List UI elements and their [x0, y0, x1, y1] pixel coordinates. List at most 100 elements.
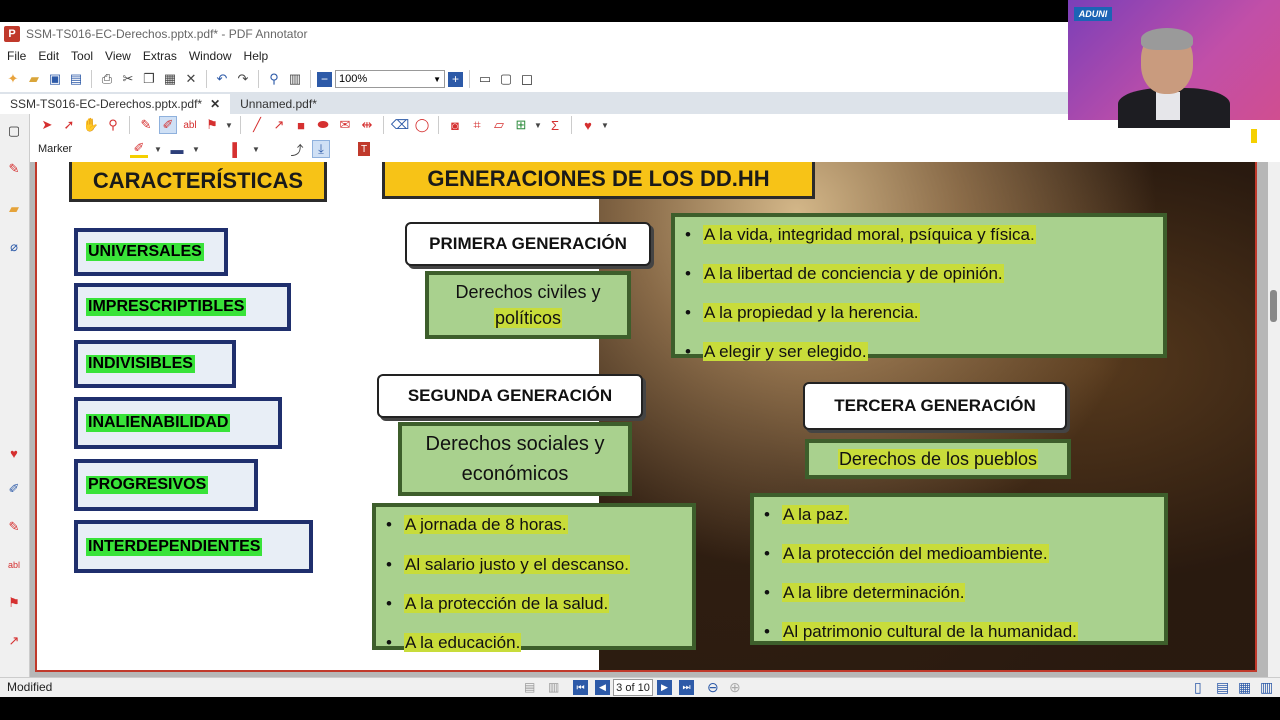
characteristic-label: INDIVISIBLES	[86, 355, 195, 373]
save-as-icon[interactable]: ▤	[67, 70, 85, 88]
paste-page-icon[interactable]: ▥	[548, 680, 559, 694]
redo-icon[interactable]: ↷	[234, 70, 252, 88]
copy-page-icon[interactable]: ▤	[524, 680, 535, 694]
stamp-side-icon[interactable]: ⚑	[5, 594, 23, 612]
chevron-down-icon[interactable]: ▼	[225, 116, 233, 134]
continuous-view-icon[interactable]: ▤	[1216, 679, 1229, 696]
folder-icon[interactable]: ▰	[5, 200, 23, 218]
previous-page-button[interactable]: ◀	[595, 680, 610, 695]
copy-icon[interactable]: ❐	[140, 70, 158, 88]
text-side-icon[interactable]: abl	[5, 556, 23, 574]
list-item: • A la protección de la salud.	[386, 594, 610, 613]
stamp-icon[interactable]: ⚑	[203, 116, 221, 134]
annotation-list-icon[interactable]: ✎	[5, 160, 23, 178]
eraser-icon[interactable]: ⌫	[391, 116, 409, 134]
arrow-icon[interactable]: ↗	[270, 116, 288, 134]
color-swatch-icon[interactable]: ▌	[228, 140, 246, 158]
first-page-button[interactable]: ⏮	[573, 680, 588, 695]
paste-icon[interactable]: ▦	[161, 70, 179, 88]
line-icon[interactable]: ╱	[248, 116, 266, 134]
grid-view-icon[interactable]: ▦	[1238, 679, 1251, 696]
highlighter-side-icon[interactable]: ✎	[5, 518, 23, 536]
tab-ssm-derechos[interactable]: SSM-TS016-EC-Derechos.pptx.pdf* ✕	[0, 94, 231, 114]
menu-file[interactable]: File	[7, 49, 26, 63]
list-item: • A la educación.	[386, 633, 522, 652]
delete-icon[interactable]: ✕	[182, 70, 200, 88]
chevron-down-icon[interactable]: ▼	[252, 140, 260, 158]
sigma-icon[interactable]: Σ	[546, 116, 564, 134]
list-item: • A la libertad de conciencia y de opinió…	[685, 264, 1004, 283]
close-icon[interactable]: ✕	[210, 97, 220, 111]
zoom-in-icon[interactable]: +	[448, 71, 463, 87]
zoom-select[interactable]: 100% ▼	[335, 70, 445, 88]
list-item: • A la protección del medioambiente.	[764, 544, 1049, 563]
fit-page-icon[interactable]: ▢	[497, 70, 515, 88]
back-icon[interactable]: ⊖	[707, 679, 719, 696]
scrollbar-thumb[interactable]	[1270, 290, 1277, 322]
menu-tool[interactable]: Tool	[71, 49, 93, 63]
chevron-down-icon[interactable]: ▼	[192, 140, 200, 158]
text-box-icon[interactable]: abl	[181, 116, 199, 134]
menu-extras[interactable]: Extras	[143, 49, 177, 63]
favorites-icon[interactable]: ♥	[5, 444, 23, 462]
menu-window[interactable]: Window	[189, 49, 232, 63]
fit-width-icon[interactable]: ▭	[476, 70, 494, 88]
app-logo-icon: P	[4, 26, 20, 42]
hand-icon[interactable]: ✋	[82, 116, 100, 134]
menu-view[interactable]: View	[105, 49, 131, 63]
single-page-view-icon[interactable]: ▯	[1194, 679, 1202, 696]
zoom-tool-icon[interactable]: ⚲	[104, 116, 122, 134]
ellipse-icon[interactable]: ⬬	[314, 116, 332, 134]
chevron-down-icon[interactable]: ▼	[154, 140, 162, 158]
straighten-icon[interactable]: ⤓	[312, 140, 330, 158]
fullscreen-icon[interactable]: ◻	[518, 70, 536, 88]
line-width-icon[interactable]: ▬	[168, 140, 186, 158]
camera-icon[interactable]: ◙	[446, 116, 464, 134]
find-icon[interactable]: ⚲	[265, 70, 283, 88]
favorites-heart-icon[interactable]: ♥	[579, 116, 597, 134]
select-arrow-icon[interactable]: ➤	[38, 116, 56, 134]
page-thumbnail-icon[interactable]: ▢	[5, 122, 23, 140]
page-number-field[interactable]: 3 of 10	[613, 679, 653, 696]
select-text-icon[interactable]: ➚	[60, 116, 78, 134]
print-icon[interactable]: ⎙	[98, 70, 116, 88]
rectangle-icon[interactable]: ■	[292, 116, 310, 134]
save-icon[interactable]: ▣	[46, 70, 64, 88]
new-document-icon[interactable]: ✦	[4, 70, 22, 88]
generaciones-header: GENERACIONES DE LOS DD.HH	[382, 162, 815, 199]
page-layout-icon[interactable]: ▥	[286, 70, 304, 88]
pen-icon[interactable]: ✎	[137, 116, 155, 134]
chevron-down-icon[interactable]: ▼	[534, 116, 542, 134]
crop-icon[interactable]: ⌗	[468, 116, 486, 134]
tab-unnamed[interactable]: Unnamed.pdf*	[230, 94, 327, 114]
zoom-out-icon[interactable]: −	[317, 71, 332, 87]
menu-edit[interactable]: Edit	[38, 49, 59, 63]
smooth-stroke-icon[interactable]: ⤴	[288, 140, 306, 158]
measure-icon[interactable]: ⇹	[358, 116, 376, 134]
ruler-icon[interactable]: ▱	[490, 116, 508, 134]
marker-icon[interactable]: ✐	[159, 116, 177, 134]
vertical-scrollbar[interactable]	[1268, 162, 1280, 677]
marker-color-icon[interactable]: ✐	[130, 140, 148, 158]
open-folder-icon[interactable]: ▰	[25, 70, 43, 88]
characteristic-item: INALIENABILIDAD	[74, 397, 282, 449]
forward-icon[interactable]: ⊕	[729, 679, 741, 696]
pen-side-icon[interactable]: ✐	[5, 480, 23, 498]
arrow-side-icon[interactable]: ↗	[5, 632, 23, 650]
attachment-icon[interactable]: ⌀	[5, 238, 23, 256]
menu-help[interactable]: Help	[244, 49, 269, 63]
lasso-icon[interactable]: ◯	[413, 116, 431, 134]
caracteristicas-header: CARACTERÍSTICAS	[69, 162, 327, 202]
current-tool-label: Marker	[38, 143, 73, 155]
last-page-button[interactable]: ⏭	[679, 680, 694, 695]
undo-icon[interactable]: ↶	[213, 70, 231, 88]
highlight-text-icon[interactable]: T	[358, 142, 370, 156]
toolbar-separator	[206, 70, 207, 88]
two-page-view-icon[interactable]: ▥	[1260, 679, 1273, 696]
document-tabs: SSM-TS016-EC-Derechos.pptx.pdf* ✕ Unname…	[0, 92, 1068, 114]
insert-image-icon[interactable]: ⊞	[512, 116, 530, 134]
cut-icon[interactable]: ✂	[119, 70, 137, 88]
next-page-button[interactable]: ▶	[657, 680, 672, 695]
envelope-icon[interactable]: ✉	[336, 116, 354, 134]
chevron-down-icon[interactable]: ▼	[601, 116, 609, 134]
